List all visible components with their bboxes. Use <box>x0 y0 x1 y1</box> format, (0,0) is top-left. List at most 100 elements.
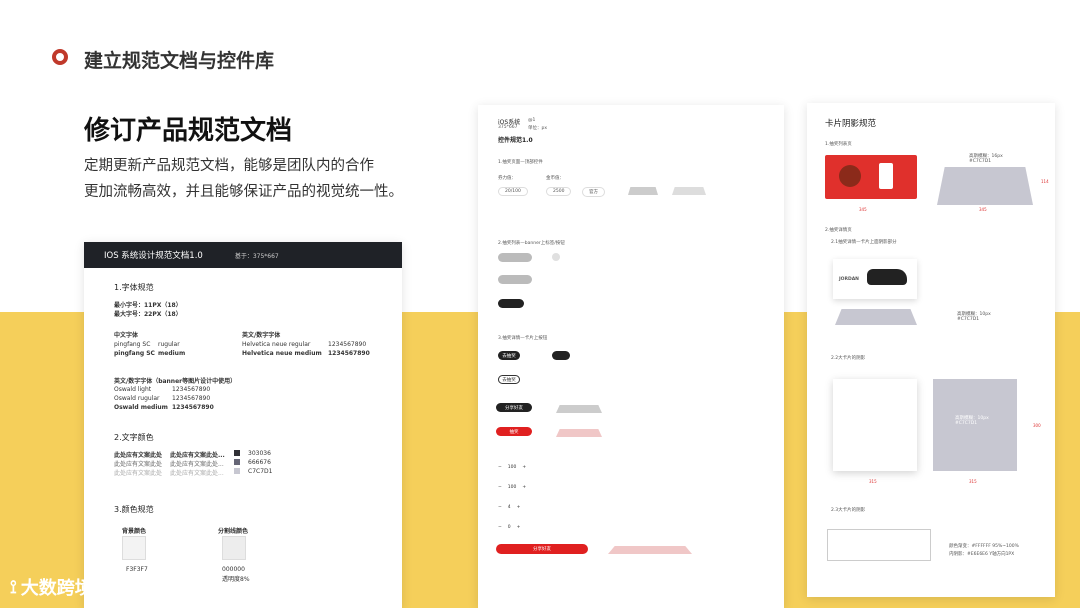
stepper-4[interactable]: −0 + <box>498 525 520 530</box>
control-spec-card: iOS系统 @1 375*667 单位：px 控件规范1.0 1.抽奖页面—顶部… <box>478 105 784 608</box>
text-color-3-code: C7C7D1 <box>248 468 273 475</box>
gold-label: 金币值： <box>546 176 564 181</box>
banner-dot <box>552 253 560 261</box>
shadow-1-color: #C7C7D1 <box>969 159 992 164</box>
mid-card-version: @1 <box>528 118 536 123</box>
points-label: 券力值： <box>498 176 516 181</box>
description-line-2: 更加流畅高效，并且能够保证产品的视觉统一性。 <box>84 184 403 200</box>
doc-card-header: IOS 系统设计规范文档1.0 基于：375*667 <box>84 242 402 268</box>
points-chip: 20/100 <box>498 187 528 196</box>
draw-shadow <box>556 429 602 437</box>
dim-width-1: 345 <box>859 207 867 212</box>
shadow-sample-2 <box>672 187 706 195</box>
brand-logo-text: 大数跨境 <box>20 578 93 599</box>
mid-section-1: 1.抽奖页面—顶部控件 <box>498 160 543 165</box>
ios-spec-document-card: IOS 系统设计规范文档1.0 基于：375*667 1.字体规范 最小字号：1… <box>84 242 402 608</box>
banner-tag-3 <box>498 299 524 308</box>
shadow-section-1: 1.抽奖列表页 <box>825 142 852 147</box>
en-font-label: 英文/数字字体 <box>242 332 281 339</box>
mid-card-size: 375*667 <box>498 125 518 130</box>
description-line-1: 定期更新产品规范文档，能够是团队内的合作 <box>84 158 374 174</box>
divider-color-swatch <box>222 536 246 560</box>
section-header-title: 建立规范文档与控件库 <box>84 50 275 72</box>
shadow-section-23: 2.3大卡片的阴影 <box>831 508 866 513</box>
shadow-section-22: 2.2大卡片的阴影 <box>831 356 866 361</box>
color-spec-section-title: 3.颜色规范 <box>114 505 154 514</box>
text-color-1-code: 303036 <box>248 450 271 457</box>
doc-card-subtitle: 基于：375*667 <box>234 252 279 260</box>
bottom-share-button[interactable]: 分享好友 <box>496 544 588 554</box>
shadow-2-color: #C7C7D1 <box>957 317 980 322</box>
sneaker-image <box>867 269 907 285</box>
mid-section-2: 2.抽奖列表—banner上标签/按钮 <box>498 241 565 246</box>
cn-font-1-name: pingfang SC <box>114 341 151 348</box>
text-color-2-code: 666676 <box>248 459 271 466</box>
inner-shadow-spec: 内阴影：#E6E6E6 Y轴方向1PX <box>949 552 1015 557</box>
dim-width-3a: 315 <box>869 479 877 484</box>
bg-color-code: F3F3F7 <box>126 566 148 573</box>
en-font-1-num: 1234567890 <box>328 341 367 348</box>
shadow-section-2: 2.抽奖详情页 <box>825 228 852 233</box>
banner-tag-2 <box>498 275 532 284</box>
shadow-preview-2 <box>835 309 917 325</box>
phone-image <box>879 163 893 189</box>
min-font-size: 最小字号：11PX（18） <box>114 302 182 309</box>
oswald-medium-num: 1234567890 <box>172 404 214 411</box>
small-dark-pill <box>552 351 570 360</box>
share-shadow <box>556 405 602 413</box>
oswald-medium: Oswald medium <box>114 404 168 411</box>
gold-chip: 2500 <box>546 187 572 196</box>
draw-pill[interactable]: 抽奖 <box>496 427 532 436</box>
go-draw-pill[interactable]: 去抽奖 <box>498 351 520 360</box>
bg-color-swatch <box>122 536 146 560</box>
header-ring-icon <box>52 49 68 65</box>
dim-width-2: 345 <box>979 207 987 212</box>
brand-logo: ⟟ 大数跨境 <box>10 574 93 600</box>
bg-color-label: 背景颜色 <box>122 528 147 535</box>
cn-font-2-weight: medium <box>158 350 186 357</box>
text-color-2-a: 此处应有文案此处 <box>114 461 163 468</box>
text-color-section-title: 2.文字颜色 <box>114 433 154 442</box>
stepper-1[interactable]: −100 + <box>498 465 526 470</box>
shadow-sample-1 <box>628 187 658 195</box>
en-font-2-num: 1234567890 <box>328 350 370 357</box>
lottery-list-banner <box>825 155 917 199</box>
text-color-1-b: 此处应有文案此处... <box>170 452 225 459</box>
product-name: JORDAN <box>839 277 859 282</box>
cn-font-2-name: pingfang SC <box>114 350 155 357</box>
font-section-title: 1.字体规范 <box>114 283 154 292</box>
text-color-2-b: 此处应有文案此处... <box>170 461 224 468</box>
doc-card-title: IOS 系统设计规范文档1.0 <box>104 251 203 261</box>
shadow-preview-1 <box>937 167 1033 205</box>
dim-height-3: 300 <box>1033 423 1041 428</box>
text-color-1-a: 此处应有文案此处 <box>114 452 163 459</box>
divider-color-code: 000000 <box>222 566 245 573</box>
share-friends-pill[interactable]: 分享好友 <box>496 403 532 412</box>
en-font-2-name: Helvetica neue medium <box>242 350 322 357</box>
stepper-3[interactable]: −4 + <box>498 505 520 510</box>
shadow-spec-title: 卡片阴影规范 <box>825 119 877 129</box>
divider-color-label: 分割线颜色 <box>218 528 249 535</box>
oswald-light: Oswald light <box>114 386 152 393</box>
cn-font-label: 中文字体 <box>114 332 139 339</box>
product-card: JORDAN <box>833 259 917 299</box>
gradient-card-sample <box>827 529 931 561</box>
rule-chip: 官方 <box>582 187 605 197</box>
text-color-3-a: 此处应有文案此处 <box>114 470 163 477</box>
dim-height-1: 114 <box>1041 179 1049 184</box>
color-swatch-mid <box>234 459 240 465</box>
banner-tag-1 <box>498 253 532 262</box>
outline-pill[interactable]: 去抽奖 <box>498 375 520 384</box>
shadow-section-2-sub: 2.1抽奖详情—卡片上面阴影部分 <box>831 240 897 245</box>
oswald-light-num: 1234567890 <box>172 386 211 393</box>
main-title: 修订产品规范文档 <box>84 116 293 146</box>
cn-font-1-weight: rugular <box>158 341 180 348</box>
dim-width-3b: 315 <box>969 479 977 484</box>
stepper-2[interactable]: −100 + <box>498 485 526 490</box>
oswald-font-label: 英文/数字字体（banner等图片设计中使用） <box>114 378 237 385</box>
divider-color-opacity: 透明度8% <box>222 576 250 583</box>
card-shadow-spec-card: 卡片阴影规范 1.抽奖列表页 345 高斯模糊：16px #C7C7D1 345… <box>807 103 1055 597</box>
mid-card-unit: 单位：px <box>528 126 548 131</box>
brand-logo-icon: ⟟ <box>10 576 17 598</box>
shadow-3-color: #C7C7D1 <box>955 421 978 426</box>
